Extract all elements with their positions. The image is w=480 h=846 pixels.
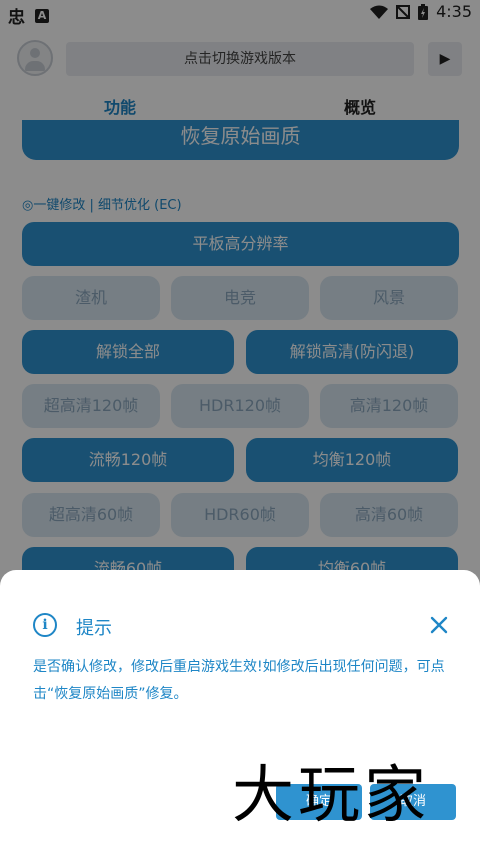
close-icon[interactable]: [430, 616, 448, 634]
dialog-message: 是否确认修改，修改后重启游戏生效!如修改后出现任何问题，可点击“恢复原始画质”修…: [33, 659, 445, 702]
confirm-dialog: i 提示 是否确认修改，修改后重启游戏生效!如修改后出现任何问题，可点击“恢复原…: [0, 570, 480, 846]
info-icon: i: [33, 613, 57, 637]
watermark: 大玩家: [232, 758, 431, 831]
dialog-title: 提示: [76, 618, 112, 639]
